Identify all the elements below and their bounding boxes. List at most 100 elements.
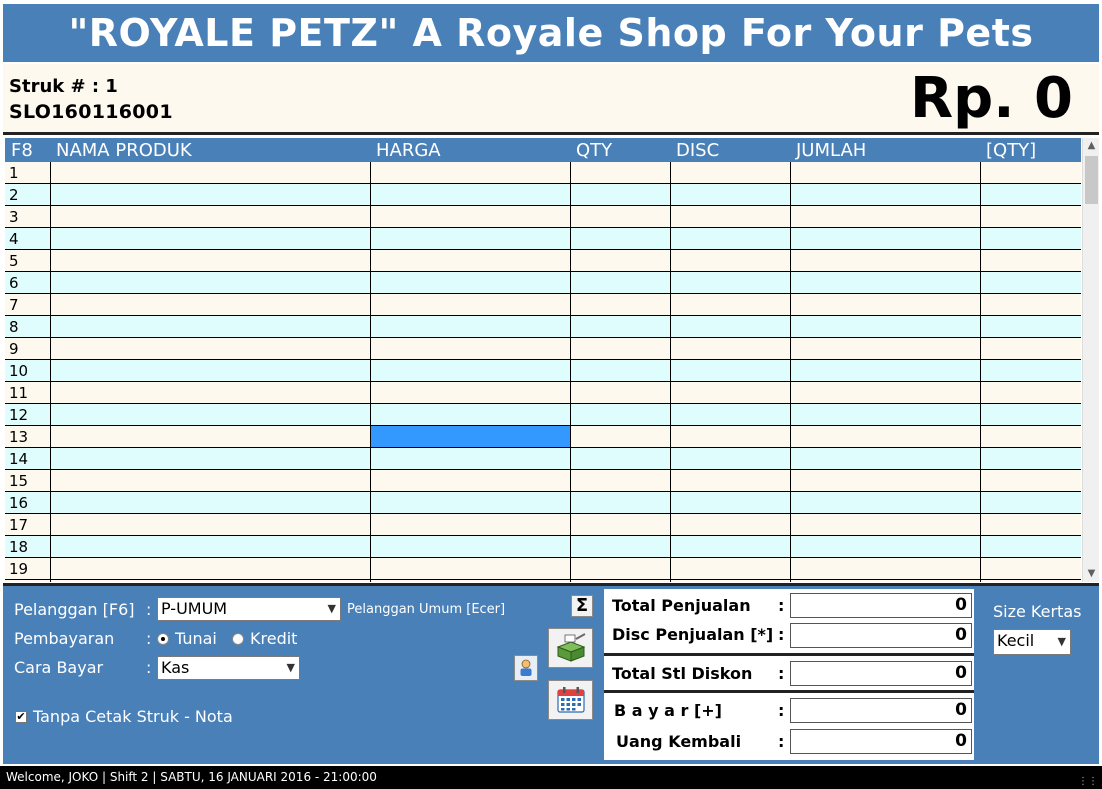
scroll-up-icon[interactable]: ▲ xyxy=(1083,138,1100,154)
total-stl-diskon-field: 0 xyxy=(790,661,972,686)
status-text: Welcome, JOKO | Shift 2 | SABTU, 16 JANU… xyxy=(6,770,377,784)
row-number: 3 xyxy=(9,208,19,226)
pelanggan-label: Pelanggan [F6] xyxy=(14,600,135,619)
table-row[interactable]: 8 xyxy=(5,316,1081,338)
total-penjualan-colon: : xyxy=(778,596,785,615)
table-row[interactable]: 4 xyxy=(5,228,1081,250)
cara-bayar-select[interactable]: Kas ▼ xyxy=(157,656,300,680)
column-divider xyxy=(670,162,671,582)
table-row[interactable]: 11 xyxy=(5,382,1081,404)
kredit-radio[interactable] xyxy=(232,633,244,645)
column-header-nama-produk[interactable]: NAMA PRODUK xyxy=(56,140,192,161)
total-penjualan-field: 0 xyxy=(790,593,972,618)
table-row[interactable]: 12 xyxy=(5,404,1081,426)
table-row[interactable]: 15 xyxy=(5,470,1081,492)
row-number: 18 xyxy=(9,538,29,556)
total-penjualan-label: Total Penjualan xyxy=(612,596,751,615)
grand-total-display: Rp. 0 xyxy=(910,66,1073,131)
table-row[interactable]: 17 xyxy=(5,514,1081,536)
resize-grip-icon[interactable]: ⋮⋮ xyxy=(1078,770,1098,789)
chevron-down-icon: ▼ xyxy=(286,661,295,674)
row-number: 6 xyxy=(9,274,19,292)
table-row[interactable]: 10 xyxy=(5,360,1081,382)
column-header-jumlah[interactable]: JUMLAH xyxy=(796,140,866,161)
column-header-qty[interactable]: QTY xyxy=(576,140,612,161)
pos-window: "ROYALE PETZ" A Royale Shop For Your Pet… xyxy=(0,0,1102,789)
calendar-icon[interactable] xyxy=(548,680,593,720)
column-header-harga[interactable]: HARGA xyxy=(376,140,441,161)
receipt-header: Struk # : 1 SLO160116001 Rp. 0 xyxy=(3,64,1099,132)
column-divider xyxy=(790,162,791,582)
column-divider xyxy=(50,162,51,582)
cash-register-icon[interactable] xyxy=(548,628,593,668)
header-divider xyxy=(3,132,1099,135)
chevron-down-icon: ▼ xyxy=(327,602,336,615)
table-row[interactable]: 2 xyxy=(5,184,1081,206)
user-icon[interactable] xyxy=(514,655,538,681)
total-stl-diskon-colon: : xyxy=(778,664,785,683)
receipt-code: SLO160116001 xyxy=(9,101,173,123)
table-row[interactable]: 16 xyxy=(5,492,1081,514)
row-number: 15 xyxy=(9,472,29,490)
sigma-icon[interactable]: Σ xyxy=(571,595,593,617)
receipt-number: Struk # : 1 xyxy=(9,76,118,97)
bayar-field[interactable]: 0 xyxy=(790,698,972,723)
row-number: 12 xyxy=(9,406,29,424)
tanpa-cetak-checkbox[interactable]: ✔ xyxy=(15,711,27,723)
row-number: 17 xyxy=(9,516,29,534)
pelanggan-select[interactable]: P-UMUM ▼ xyxy=(157,597,341,621)
cara-bayar-label: Cara Bayar xyxy=(14,658,104,677)
column-header-f8[interactable]: F8 xyxy=(11,140,33,161)
uang-kembali-label: Uang Kembali xyxy=(616,732,742,751)
table-row[interactable]: 5 xyxy=(5,250,1081,272)
table-row[interactable]: 13 xyxy=(5,426,1081,448)
tunai-radio[interactable] xyxy=(157,633,169,645)
table-row[interactable]: 9 xyxy=(5,338,1081,360)
product-grid[interactable]: F8 NAMA PRODUK HARGA QTY DISC JUMLAH [QT… xyxy=(5,138,1081,582)
row-number: 9 xyxy=(9,340,19,358)
size-kertas-value: Kecil xyxy=(997,631,1035,650)
row-number: 13 xyxy=(9,428,29,446)
uang-kembali-field: 0 xyxy=(790,729,972,754)
pelanggan-description: Pelanggan Umum [Ecer] xyxy=(347,602,506,617)
column-header-qty-bracket[interactable]: [QTY] xyxy=(986,140,1036,161)
chevron-down-icon: ▼ xyxy=(1057,635,1066,648)
scroll-down-icon[interactable]: ▼ xyxy=(1083,566,1100,582)
bayar-colon: : xyxy=(778,701,785,720)
totals-box: Total Penjualan : 0 Disc Penjualan [*] :… xyxy=(604,589,974,760)
row-number: 8 xyxy=(9,318,19,336)
row-number: 16 xyxy=(9,494,29,512)
app-title: "ROYALE PETZ" A Royale Shop For Your Pet… xyxy=(3,4,1099,62)
column-header-disc[interactable]: DISC xyxy=(676,140,719,161)
total-stl-diskon-label: Total Stl Diskon xyxy=(612,664,753,683)
pelanggan-value: P-UMUM xyxy=(161,599,228,618)
tanpa-cetak-label[interactable]: Tanpa Cetak Struk - Nota xyxy=(33,707,233,726)
pembayaran-label: Pembayaran xyxy=(14,629,115,648)
table-row[interactable]: 18 xyxy=(5,536,1081,558)
table-row[interactable]: 19 xyxy=(5,558,1081,580)
disc-penjualan-field[interactable]: 0 xyxy=(790,623,972,648)
row-number: 7 xyxy=(9,296,19,314)
scroll-thumb[interactable] xyxy=(1085,156,1098,204)
disc-penjualan-label: Disc Penjualan [*] xyxy=(612,625,774,644)
totals-separator xyxy=(604,653,974,656)
selected-cell[interactable] xyxy=(370,426,570,447)
kredit-label[interactable]: Kredit xyxy=(250,629,297,648)
disc-penjualan-colon: : xyxy=(778,625,785,644)
size-kertas-select[interactable]: Kecil ▼ xyxy=(993,629,1071,655)
table-row[interactable]: 1 xyxy=(5,162,1081,184)
size-kertas-label: Size Kertas xyxy=(993,602,1082,621)
table-row[interactable]: 7 xyxy=(5,294,1081,316)
column-divider xyxy=(370,162,371,582)
row-number: 10 xyxy=(9,362,29,380)
row-number: 5 xyxy=(9,252,19,270)
table-row[interactable]: 14 xyxy=(5,448,1081,470)
row-number: 11 xyxy=(9,384,29,402)
table-row[interactable]: 6 xyxy=(5,272,1081,294)
grid-scrollbar[interactable]: ▲ ▼ xyxy=(1082,138,1099,582)
cara-bayar-value: Kas xyxy=(161,658,190,677)
tunai-label[interactable]: Tunai xyxy=(175,629,217,648)
table-row[interactable]: 3 xyxy=(5,206,1081,228)
row-number: 1 xyxy=(9,164,19,182)
grid-header: F8 NAMA PRODUK HARGA QTY DISC JUMLAH [QT… xyxy=(5,138,1081,162)
